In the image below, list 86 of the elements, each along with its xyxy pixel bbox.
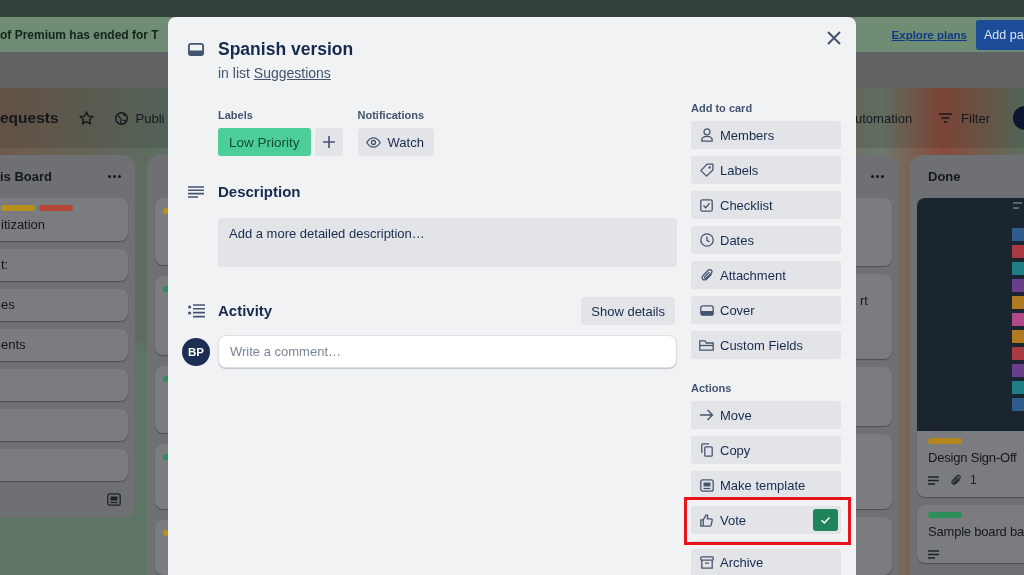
list-title: is Board: [0, 169, 52, 184]
more-icon[interactable]: [108, 175, 121, 178]
card-title: Sample board ba: [928, 523, 1024, 541]
template-icon[interactable]: [107, 493, 121, 506]
board-card[interactable]: [856, 517, 892, 575]
board-card[interactable]: [155, 276, 168, 355]
board-card[interactable]: [856, 367, 892, 426]
watch-button[interactable]: Watch: [357, 128, 434, 156]
card-title-heading: Spanish version: [218, 38, 355, 61]
board-card[interactable]: t:: [0, 249, 128, 281]
board-title: equests: [0, 109, 59, 127]
template-icon: [699, 478, 714, 492]
user-avatar[interactable]: BP: [182, 337, 210, 366]
eye-icon: [365, 136, 381, 148]
description-heading: Description: [218, 182, 302, 202]
sidebar-button[interactable]: Archive: [691, 549, 841, 575]
sidebar-button[interactable]: Make template: [691, 471, 841, 499]
archive-box-icon: [699, 556, 714, 569]
description-icon: [188, 186, 204, 198]
paperclip-icon: [700, 268, 713, 282]
card-title: rt: [860, 292, 869, 310]
sidebar-button[interactable]: Labels: [691, 156, 841, 184]
card-title: Design Sign-Off: [928, 449, 1018, 467]
comment-field[interactable]: Write a comment…: [218, 335, 677, 368]
folder-icon: [699, 339, 714, 351]
card-title: es: [1, 296, 16, 314]
sidebar-button[interactable]: Dates: [691, 226, 841, 254]
paperclip-icon: [951, 474, 961, 486]
board-card[interactable]: [155, 198, 168, 265]
board-card[interactable]: [0, 449, 128, 481]
thumbs-up-icon: [700, 513, 713, 527]
copy-icon: [700, 443, 713, 457]
board-card[interactable]: rt: [856, 274, 892, 359]
board-card[interactable]: [0, 369, 128, 401]
card-title: t:: [1, 256, 10, 274]
board-card[interactable]: [856, 198, 892, 266]
section-heading: Actions: [691, 381, 733, 396]
sidebar-button[interactable]: Attachment: [691, 261, 841, 289]
sidebar-button[interactable]: Checklist: [691, 191, 841, 219]
sidebar-button[interactable]: Copy: [691, 436, 841, 464]
add-label-button[interactable]: [314, 128, 343, 156]
board-card[interactable]: Design Sign-Off 1: [917, 198, 1024, 497]
activity-heading: Activity: [218, 301, 273, 321]
sidebar-button[interactable]: Cover: [691, 296, 841, 324]
card-icon: [188, 43, 204, 56]
tag-icon: [699, 163, 714, 177]
description-field[interactable]: Add a more detailed description…: [218, 218, 677, 267]
plus-icon: [322, 136, 335, 148]
card-icon: [699, 304, 714, 316]
board-card[interactable]: [155, 444, 168, 509]
board-card[interactable]: Sample board ba: [917, 505, 1024, 563]
close-icon[interactable]: [827, 31, 841, 45]
globe-icon: [114, 111, 128, 125]
avatar-icon[interactable]: [1013, 106, 1024, 130]
board-card[interactable]: [155, 366, 168, 433]
sidebar-button[interactable]: Custom Fields: [691, 331, 841, 359]
board-card[interactable]: [856, 434, 892, 509]
attachment-count: 1: [970, 473, 977, 487]
banner-text: of Premium has ended for T: [0, 27, 159, 42]
board-card[interactable]: [0, 409, 128, 441]
list-info-text: in list Suggestions: [218, 64, 332, 82]
notifications-heading: Notifications: [357, 108, 426, 123]
card-title: ents: [1, 336, 27, 354]
more-icon[interactable]: [871, 175, 884, 178]
clock-icon: [699, 233, 714, 247]
board-card[interactable]: es: [0, 289, 128, 321]
board-card[interactable]: itization: [0, 198, 128, 241]
sidebar-button[interactable]: Vote: [691, 506, 841, 534]
person-icon: [700, 128, 713, 142]
board-card[interactable]: ents: [0, 329, 128, 361]
show-details-button[interactable]: Show details: [581, 297, 675, 325]
sidebar-button[interactable]: Move: [691, 401, 841, 429]
arrow-right-icon: [699, 409, 714, 421]
card-title: itization: [1, 216, 47, 234]
section-heading: Add to card: [691, 101, 754, 116]
activity-icon: [188, 304, 205, 318]
checkbox-icon: [700, 198, 713, 212]
list-link[interactable]: Suggestions: [253, 65, 331, 81]
add-button[interactable]: Add pa: [976, 19, 1024, 50]
board-card[interactable]: [155, 520, 168, 575]
sidebar-button[interactable]: Members: [691, 121, 841, 149]
list-title: Done: [927, 169, 961, 184]
label-chip[interactable]: Low Priority: [218, 128, 311, 156]
labels-heading: Labels: [218, 108, 254, 123]
star-icon[interactable]: [78, 111, 94, 125]
filter-icon: [939, 113, 953, 123]
